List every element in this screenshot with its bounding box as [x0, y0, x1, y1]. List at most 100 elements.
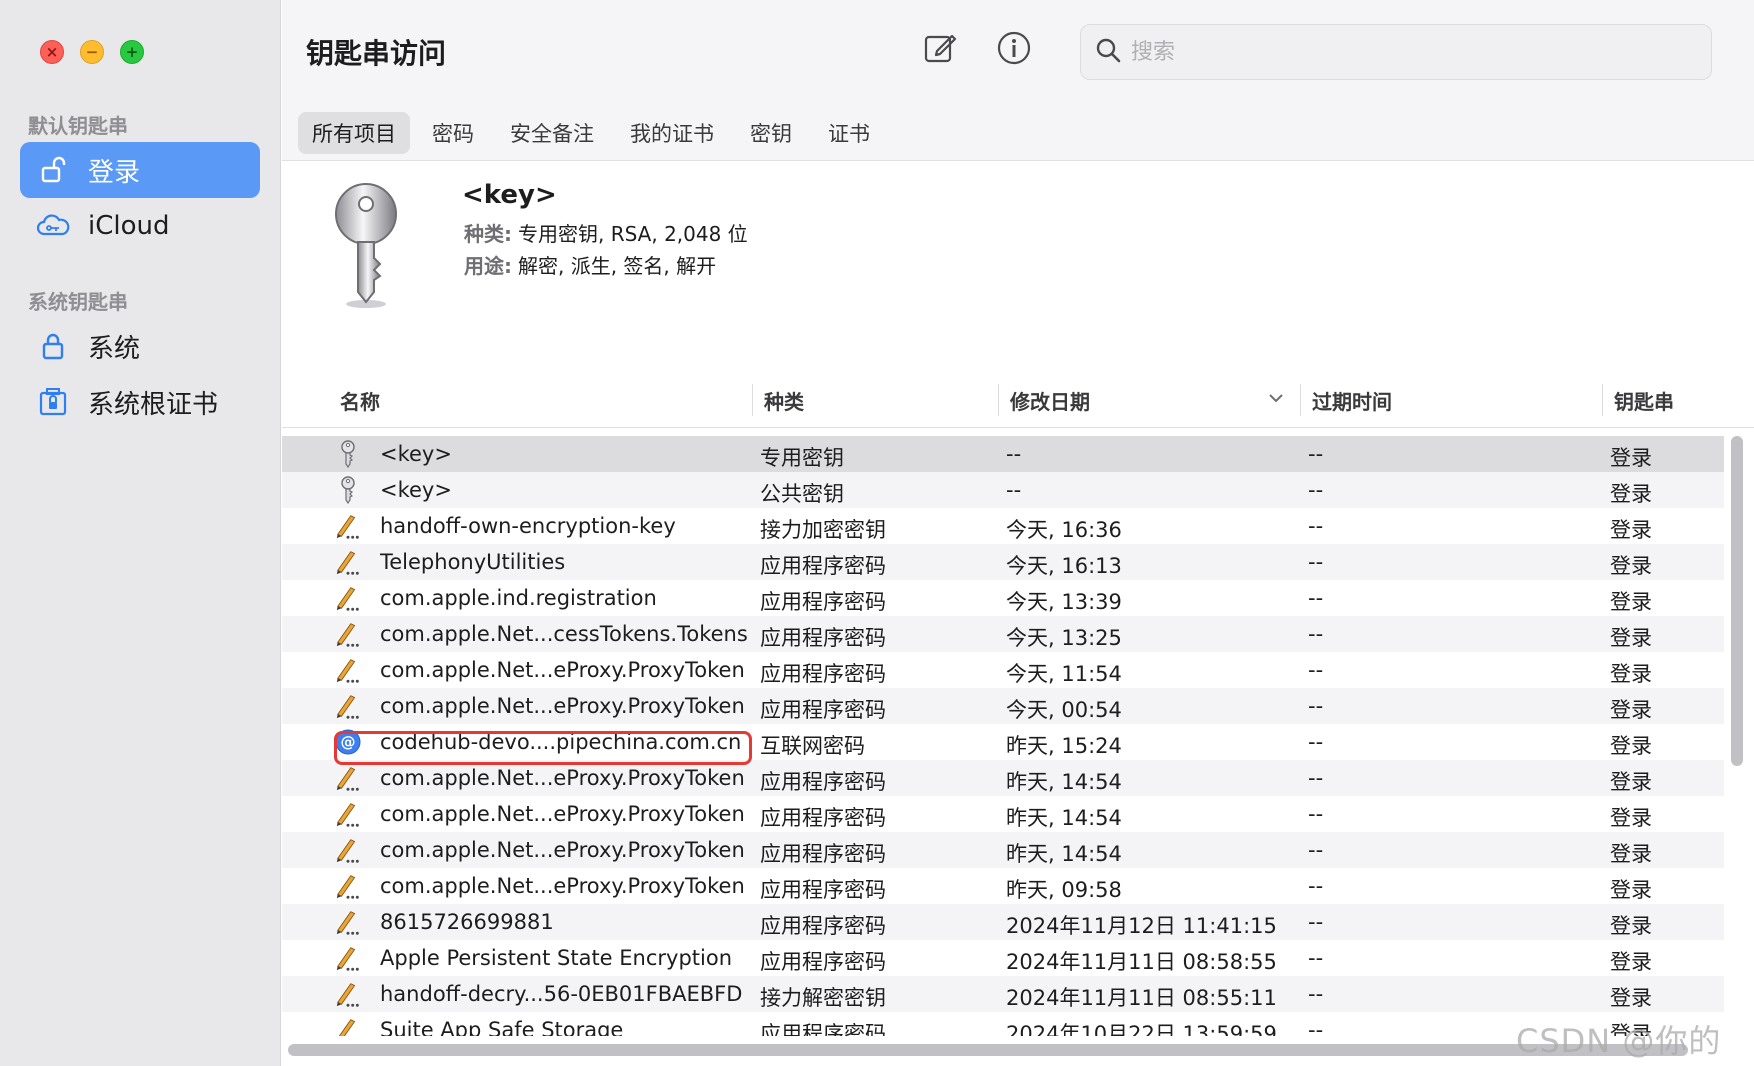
detail-kind: 种类: 专用密钥, RSA, 2,048 位 — [464, 218, 748, 247]
row-keychain: 登录 — [1610, 482, 1652, 506]
table-row[interactable]: handoff-decry...56-0EB01FBAEBFD 接力解密密钥 202… — [282, 976, 1724, 1012]
row-keychain: 登录 — [1610, 734, 1652, 758]
vertical-scroll-thumb[interactable] — [1731, 436, 1743, 766]
row-name: com.apple.Net...eProxy.ProxyToken — [380, 766, 745, 790]
info-button[interactable] — [994, 30, 1034, 70]
cloud-icon — [36, 209, 70, 243]
row-expires: -- — [1308, 982, 1324, 1006]
row-name: com.apple.Net...eProxy.ProxyToken — [380, 658, 745, 682]
column-expires[interactable]: 过期时间 — [1312, 386, 1392, 415]
table-row[interactable]: com.apple.ind.registration 应用程序密码 今天, 13:3… — [282, 580, 1724, 616]
sidebar-item-system[interactable]: 系统 — [20, 318, 260, 374]
row-name: TelephonyUtilities — [380, 550, 566, 574]
row-keychain: 登录 — [1610, 446, 1652, 470]
column-divider[interactable] — [1300, 384, 1301, 416]
row-expires: -- — [1308, 622, 1324, 646]
minimize-icon: − — [85, 42, 99, 61]
sidebar: × − + 默认钥匙串 登录 iCloud 系统钥匙串 系统 系统根证书 — [0, 0, 281, 1066]
pencil-icon — [334, 944, 362, 972]
sidebar-item-system-roots[interactable]: 系统根证书 — [20, 374, 260, 430]
pencil-icon — [334, 836, 362, 864]
row-expires: -- — [1308, 946, 1324, 970]
vertical-scrollbar[interactable] — [1726, 432, 1746, 1042]
table-row[interactable]: Suite App Safe Storage 应用程序密码 2024年10月22日 … — [282, 1012, 1724, 1036]
sidebar-item-login[interactable]: 登录 — [20, 142, 260, 198]
table-row[interactable]: com.apple.Net...eProxy.ProxyToken 应用程序密码 昨… — [282, 832, 1724, 868]
pencil-icon — [334, 584, 362, 612]
search-field[interactable] — [1080, 24, 1712, 80]
row-expires: -- — [1308, 694, 1324, 718]
row-expires: -- — [1308, 514, 1324, 538]
table-row[interactable]: com.apple.Net...cessTokens.Tokens 应用程序密码 今… — [282, 616, 1724, 652]
minimize-button[interactable]: − — [80, 40, 104, 64]
new-item-button[interactable] — [920, 30, 960, 70]
pencil-icon — [334, 908, 362, 936]
table-row[interactable]: <key> 专用密钥 -- -- 登录 — [282, 436, 1724, 472]
horizontal-scroll-thumb[interactable] — [288, 1044, 1688, 1056]
row-keychain: 登录 — [1610, 806, 1652, 830]
close-icon: × — [45, 42, 59, 61]
column-kind[interactable]: 种类 — [764, 386, 804, 415]
row-expires: -- — [1308, 1018, 1324, 1036]
pencil-icon — [334, 512, 362, 540]
tab-passwords[interactable]: 密码 — [418, 112, 488, 154]
row-modified: 昨天, 14:54 — [1006, 806, 1122, 830]
tab-keys[interactable]: 密钥 — [736, 112, 806, 154]
row-expires: -- — [1308, 478, 1324, 502]
table-row[interactable]: com.apple.Net...eProxy.ProxyToken 应用程序密码 今… — [282, 688, 1724, 724]
row-expires: -- — [1308, 874, 1324, 898]
table-row[interactable]: com.apple.Net...eProxy.ProxyToken 应用程序密码 昨… — [282, 760, 1724, 796]
category-tabs: 所有项目 密码 安全备注 我的证书 密钥 证书 — [282, 105, 1754, 161]
row-name: com.apple.Net...cessTokens.Tokens — [380, 622, 748, 646]
row-expires: -- — [1308, 766, 1324, 790]
row-modified: 今天, 11:54 — [1006, 662, 1122, 686]
row-kind: 接力加密密钥 — [760, 518, 886, 542]
table-row[interactable]: com.apple.Net...eProxy.ProxyToken 应用程序密码 昨… — [282, 796, 1724, 832]
column-divider[interactable] — [752, 384, 753, 416]
row-kind: 应用程序密码 — [760, 842, 886, 866]
row-name: Apple Persistent State Encryption — [380, 946, 733, 970]
column-modified[interactable]: 修改日期 — [1010, 386, 1090, 415]
items-table: <key> 专用密钥 -- -- 登录 <key> 公共密钥 -- -- 登录 handoff-ow… — [282, 436, 1724, 1036]
row-modified: 2024年11月11日 08:55:11 — [1006, 986, 1277, 1010]
table-row[interactable]: <key> 公共密钥 -- -- 登录 — [282, 472, 1724, 508]
detail-usage: 用途: 解密, 派生, 签名, 解开 — [464, 250, 716, 279]
table-row[interactable]: com.apple.Net...eProxy.ProxyToken 应用程序密码 今… — [282, 652, 1724, 688]
table-row[interactable]: com.apple.Net...eProxy.ProxyToken 应用程序密码 昨… — [282, 868, 1724, 904]
compose-icon — [923, 31, 957, 69]
row-modified: 昨天, 14:54 — [1006, 770, 1122, 794]
horizontal-scrollbar[interactable] — [282, 1040, 1724, 1060]
detail-kind-value: 专用密钥, RSA, 2,048 位 — [518, 222, 748, 246]
row-kind: 应用程序密码 — [760, 770, 886, 794]
row-modified: -- — [1006, 442, 1022, 466]
column-divider[interactable] — [1602, 384, 1603, 416]
row-name: com.apple.Net...eProxy.ProxyToken — [380, 802, 745, 826]
chevron-down-icon[interactable] — [1268, 390, 1284, 410]
tab-certificates[interactable]: 证书 — [814, 112, 884, 154]
table-row[interactable]: TelephonyUtilities 应用程序密码 今天, 16:13 -- 登录 — [282, 544, 1724, 580]
table-row[interactable]: @ codehub-devo....pipechina.com.cn 互联网密码 昨天… — [282, 724, 1724, 760]
zoom-button[interactable]: + — [120, 40, 144, 64]
row-keychain: 登录 — [1610, 986, 1652, 1010]
table-row[interactable]: 8615726699881 应用程序密码 2024年11月12日 11:41:15 -… — [282, 904, 1724, 940]
key-icon — [334, 476, 362, 504]
column-name[interactable]: 名称 — [340, 386, 380, 415]
row-modified: -- — [1006, 478, 1022, 502]
row-modified: 今天, 16:36 — [1006, 518, 1122, 542]
tab-my-certificates[interactable]: 我的证书 — [616, 112, 728, 154]
column-divider[interactable] — [998, 384, 999, 416]
close-button[interactable]: × — [40, 40, 64, 64]
table-row[interactable]: Apple Persistent State Encryption 应用程序密码 2… — [282, 940, 1724, 976]
watermark: CSDN @你的娜 — [1516, 1022, 1722, 1060]
unlock-icon — [36, 153, 70, 187]
row-name: 8615726699881 — [380, 910, 554, 934]
row-name: handoff-decry...56-0EB01FBAEBFD — [380, 982, 743, 1006]
column-keychain[interactable]: 钥匙串 — [1614, 386, 1674, 415]
row-keychain: 登录 — [1610, 878, 1652, 902]
search-input[interactable] — [1131, 39, 1671, 65]
tab-secure-notes[interactable]: 安全备注 — [496, 112, 608, 154]
row-keychain: 登录 — [1610, 698, 1652, 722]
sidebar-item-icloud[interactable]: iCloud — [20, 198, 260, 254]
tab-all-items[interactable]: 所有项目 — [298, 111, 410, 154]
table-row[interactable]: handoff-own-encryption-key 接力加密密钥 今天, 16:3… — [282, 508, 1724, 544]
